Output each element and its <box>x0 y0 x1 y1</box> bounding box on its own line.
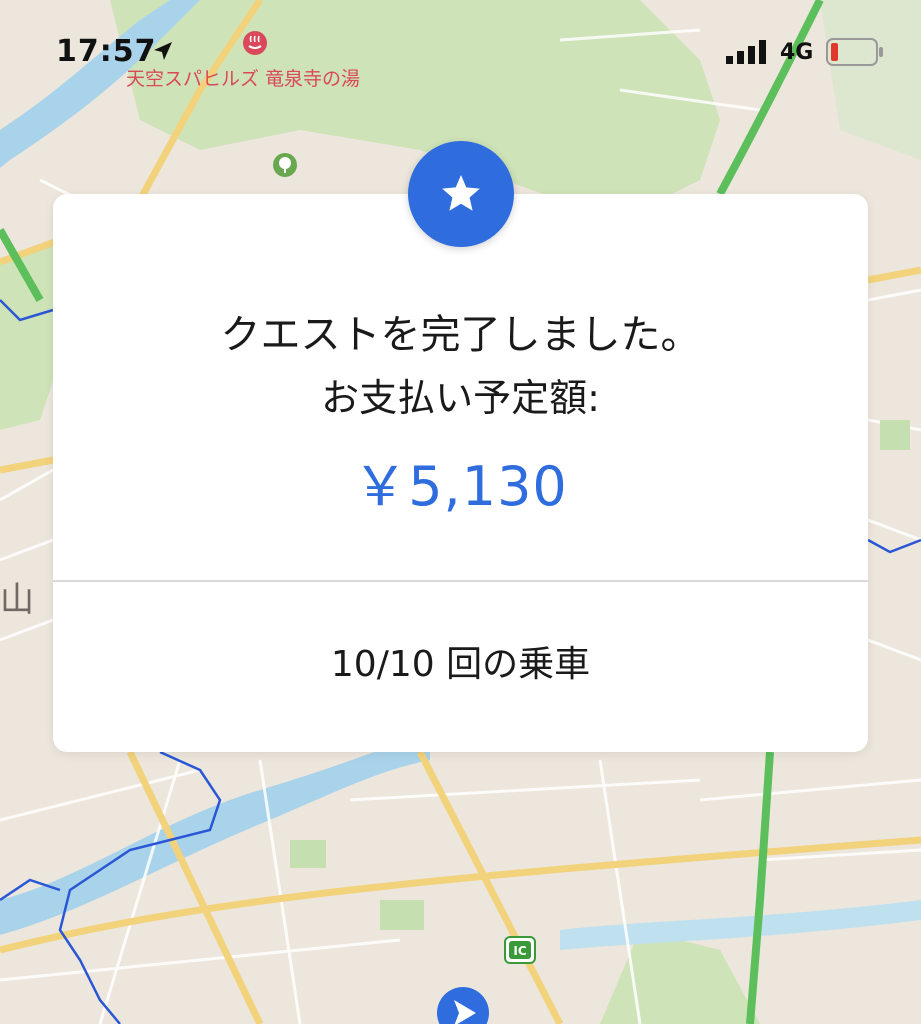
current-location-arrow-icon[interactable] <box>436 986 490 1024</box>
battery-low-icon <box>826 38 883 66</box>
quest-complete-dialog[interactable]: クエストを完了しました。 お支払い予定額: ￥5,130 10/10 回の乗車 <box>53 194 868 752</box>
hot-spring-icon <box>243 31 267 55</box>
payment-amount: ￥5,130 <box>353 455 568 518</box>
park-tree-icon <box>273 153 297 177</box>
cellular-signal-icon <box>726 40 766 64</box>
location-arrow-icon <box>154 42 172 60</box>
interchange-badge-icon: IC <box>504 936 536 964</box>
quest-complete-title: クエストを完了しました。 <box>220 312 701 358</box>
ride-progress[interactable]: 10/10 回の乗車 <box>53 640 868 690</box>
dialog-divider <box>53 580 868 582</box>
network-type: 4G <box>780 40 814 65</box>
payment-amount-label: お支払い予定額: <box>321 376 600 420</box>
svg-text:IC: IC <box>513 944 526 958</box>
poi-label-onsen[interactable]: 天空スパヒルズ 竜泉寺の湯 <box>126 64 360 91</box>
status-bar: 17:57 4G <box>0 0 921 72</box>
map-area-label: 山 <box>0 580 34 620</box>
star-icon <box>442 175 480 211</box>
quest-star-badge <box>408 141 514 247</box>
